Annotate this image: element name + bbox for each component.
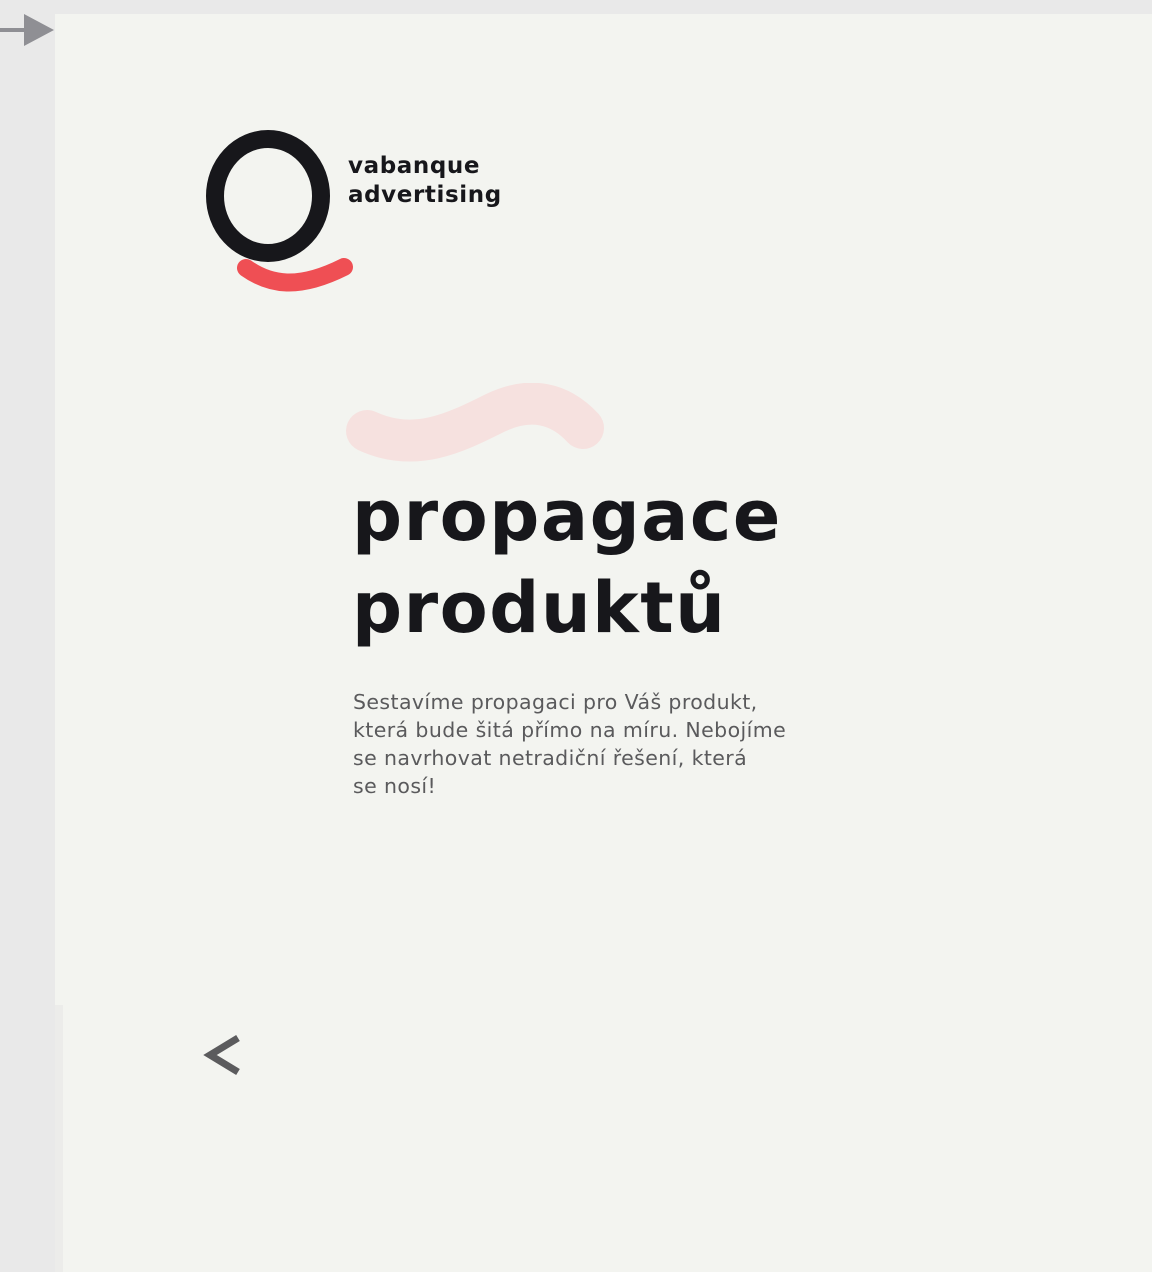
- chevron-left-icon: [203, 1035, 240, 1075]
- logo-line-2: advertising: [348, 182, 502, 208]
- title-line-1: propagace: [352, 475, 782, 557]
- description-line: se navrhovat netradiční řešení, která: [353, 746, 748, 770]
- title-line-2: produktů: [352, 567, 727, 649]
- description-line: která bude šitá přímo na míru. Nebojíme: [353, 718, 787, 742]
- brush-swoosh-icon: [345, 382, 615, 469]
- previous-slide-button[interactable]: [200, 1028, 248, 1084]
- page-title: propagace produktů: [352, 470, 782, 654]
- description-text: Sestavíme propagaci pro Váš produkt, kte…: [353, 688, 833, 800]
- q-logo-icon: [206, 130, 353, 292]
- company-logo[interactable]: vabanque advertising: [200, 125, 510, 295]
- description-line: Sestavíme propagaci pro Váš produkt,: [353, 690, 758, 714]
- logo-wordmark: vabanque advertising: [348, 152, 502, 210]
- window-top-strip: [0, 0, 1152, 14]
- arrow-right-icon[interactable]: [0, 14, 56, 48]
- logo-line-1: vabanque: [348, 153, 481, 179]
- page-lower-edge: [55, 1005, 63, 1272]
- left-rail: [0, 0, 55, 1272]
- description-line: se nosí!: [353, 774, 437, 798]
